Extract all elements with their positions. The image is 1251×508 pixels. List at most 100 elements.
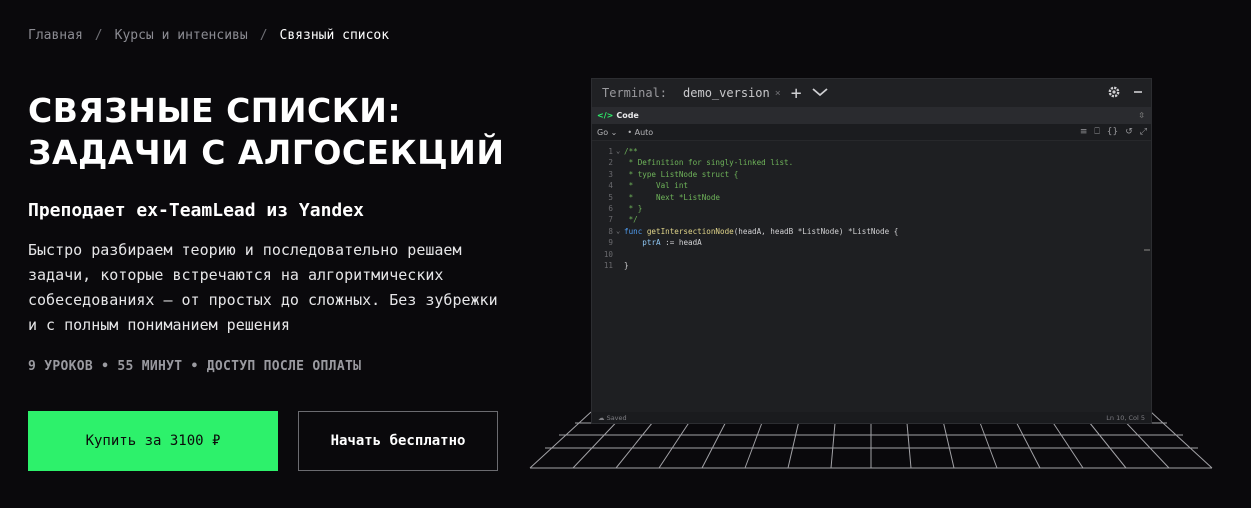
bookmark-icon[interactable]: ⎕ [1094, 127, 1099, 137]
scrollbar-marker[interactable] [1144, 249, 1150, 251]
close-icon[interactable]: × [775, 88, 781, 99]
editor-status-bar: ☁ Saved Ln 10, Col 5 [592, 412, 1151, 423]
code-text: * } [624, 203, 643, 214]
breadcrumb-current: Связный список [279, 28, 390, 43]
fold-toggle-icon [616, 157, 624, 168]
page-title-line-2: ЗАДАЧИ С АЛГОСЕКЦИЙ [28, 133, 505, 172]
expand-icon[interactable]: ⇳ [1138, 111, 1145, 120]
minimize-icon[interactable] [1133, 86, 1143, 100]
undo-icon[interactable]: ↺ [1125, 127, 1133, 137]
line-number: 8 [608, 226, 613, 236]
plus-icon[interactable]: + [791, 83, 802, 104]
mode-value: Auto [634, 127, 654, 137]
code-line: 7 */ [592, 214, 1151, 225]
code-text: * type ListNode struct { [624, 169, 739, 180]
code-line: 6 * } [592, 203, 1151, 214]
line-number: 7 [608, 215, 613, 225]
language-value: Go [597, 127, 609, 137]
code-line: 2 * Definition for singly-linked list. [592, 157, 1151, 168]
editor-window-tools [1107, 79, 1143, 107]
code-text: */ [624, 214, 638, 225]
code-line: 11} [592, 260, 1151, 271]
code-area[interactable]: 1 ⌄/** 2 * Definition for singly-linked li… [592, 146, 1151, 271]
format-icon[interactable]: ≡ [1080, 127, 1088, 137]
code-token: ptrA [642, 238, 661, 248]
code-token: */ [624, 215, 638, 225]
fold-toggle-icon [616, 203, 624, 214]
code-text: } [624, 260, 629, 271]
line-number: 9 [608, 238, 613, 248]
course-meta: 9 УРОКОВ • 55 МИНУТ • ДОСТУП ПОСЛЕ ОПЛАТ… [28, 359, 362, 374]
breadcrumb-courses-link[interactable]: Курсы и интенсивы [115, 28, 248, 43]
buy-button[interactable]: Купить за 3100 ₽ [28, 411, 278, 471]
fold-toggle-icon [616, 192, 624, 203]
code-panel-title: Code [616, 111, 639, 120]
breadcrumb: Главная / Курсы и интенсивы / Связный сп… [28, 28, 389, 43]
code-token: * Definition for singly-linked list. [624, 158, 794, 168]
cloud-icon: ☁ [598, 413, 605, 422]
code-token: getIntersectionNode [646, 226, 734, 236]
line-number: 3 [608, 169, 613, 179]
code-token: * } [624, 203, 643, 213]
chevron-down-icon[interactable] [812, 86, 828, 100]
terminal-label: Terminal: [602, 86, 668, 100]
fold-toggle-icon [616, 249, 624, 260]
code-text: * Val int [624, 180, 688, 191]
line-number: 1 [608, 147, 613, 156]
breadcrumb-home-link[interactable]: Главная [28, 28, 83, 43]
code-token: /** [624, 147, 638, 156]
line-number: 4 [608, 181, 613, 191]
code-editor-window: Terminal: demo_version × + </> Code ⇳ Go… [591, 78, 1152, 424]
tab-demo-version[interactable]: demo_version [681, 79, 772, 109]
instructor-subtitle: Преподает ex-TeamLead из Yandex [28, 200, 364, 221]
editor-tab-bar: Terminal: demo_version × + [592, 79, 1151, 109]
code-line: 5 * Next *ListNode [592, 192, 1151, 203]
save-status: ☁ Saved [598, 414, 627, 422]
line-number: 6 [608, 203, 613, 213]
course-description: Быстро разбираем теорию и последовательн… [28, 241, 498, 334]
fold-toggle-icon[interactable]: ⌄ [616, 226, 624, 237]
fold-toggle-icon [616, 169, 624, 180]
code-line: 9 ptrA := headA [592, 237, 1151, 248]
code-text: ptrA := headA [624, 237, 702, 248]
language-select[interactable]: Go ⌄ [597, 128, 617, 137]
code-text: func getIntersectionNode(headA, headB *L… [624, 226, 898, 237]
code-line: 4 * Val int [592, 180, 1151, 191]
breadcrumb-separator: / [259, 28, 268, 43]
code-token: (headA, headB *ListNode) *ListNode { [733, 226, 899, 236]
fold-toggle-icon [616, 214, 624, 225]
code-token: := headA [660, 238, 702, 248]
fold-toggle-icon [616, 260, 624, 271]
code-token: * Next *ListNode [624, 192, 721, 202]
mode-select[interactable]: • Auto [627, 128, 653, 137]
code-token: * Val int [624, 181, 689, 191]
code-toolbar-actions: ≡ ⎕ {} ↺ ⤢ [1080, 127, 1147, 137]
breadcrumb-separator: / [94, 28, 103, 43]
code-icon: </> [597, 111, 614, 120]
fullscreen-icon[interactable]: ⤢ [1140, 127, 1147, 137]
code-text: * Next *ListNode [624, 192, 720, 203]
line-number: 11 [603, 260, 613, 270]
tab-label: demo_version [683, 86, 770, 100]
start-free-button[interactable]: Начать бесплатно [298, 411, 498, 471]
code-toolbar: Go ⌄ • Auto ≡ ⎕ {} ↺ ⤢ [592, 124, 1151, 141]
code-line: 8 ⌄ func getIntersectionNode(headA, headB … [592, 226, 1151, 237]
line-number: 10 [603, 249, 613, 259]
code-line: 1 ⌄/** [592, 146, 1151, 157]
fold-toggle-icon[interactable]: ⌄ [616, 146, 624, 157]
line-number: 2 [608, 158, 613, 168]
gear-icon[interactable] [1107, 85, 1121, 102]
cursor-position: Ln 10, Col 5 [1106, 413, 1145, 422]
code-line: 3 * type ListNode struct { [592, 169, 1151, 180]
code-text: * Definition for singly-linked list. [624, 157, 794, 168]
braces-icon[interactable]: {} [1107, 127, 1118, 137]
code-token: * type ListNode struct { [624, 169, 739, 179]
page-title-line-1: СВЯЗНЫЕ СПИСКИ: [28, 91, 402, 130]
code-line: 10 [592, 249, 1151, 260]
code-token: } [624, 260, 629, 270]
save-status-text: Saved [606, 413, 627, 422]
page-title: СВЯЗНЫЕ СПИСКИ: ЗАДАЧИ С АЛГОСЕКЦИЙ [28, 90, 548, 174]
line-number: 5 [608, 192, 613, 202]
code-panel-header: </> Code ⇳ [592, 107, 1151, 124]
